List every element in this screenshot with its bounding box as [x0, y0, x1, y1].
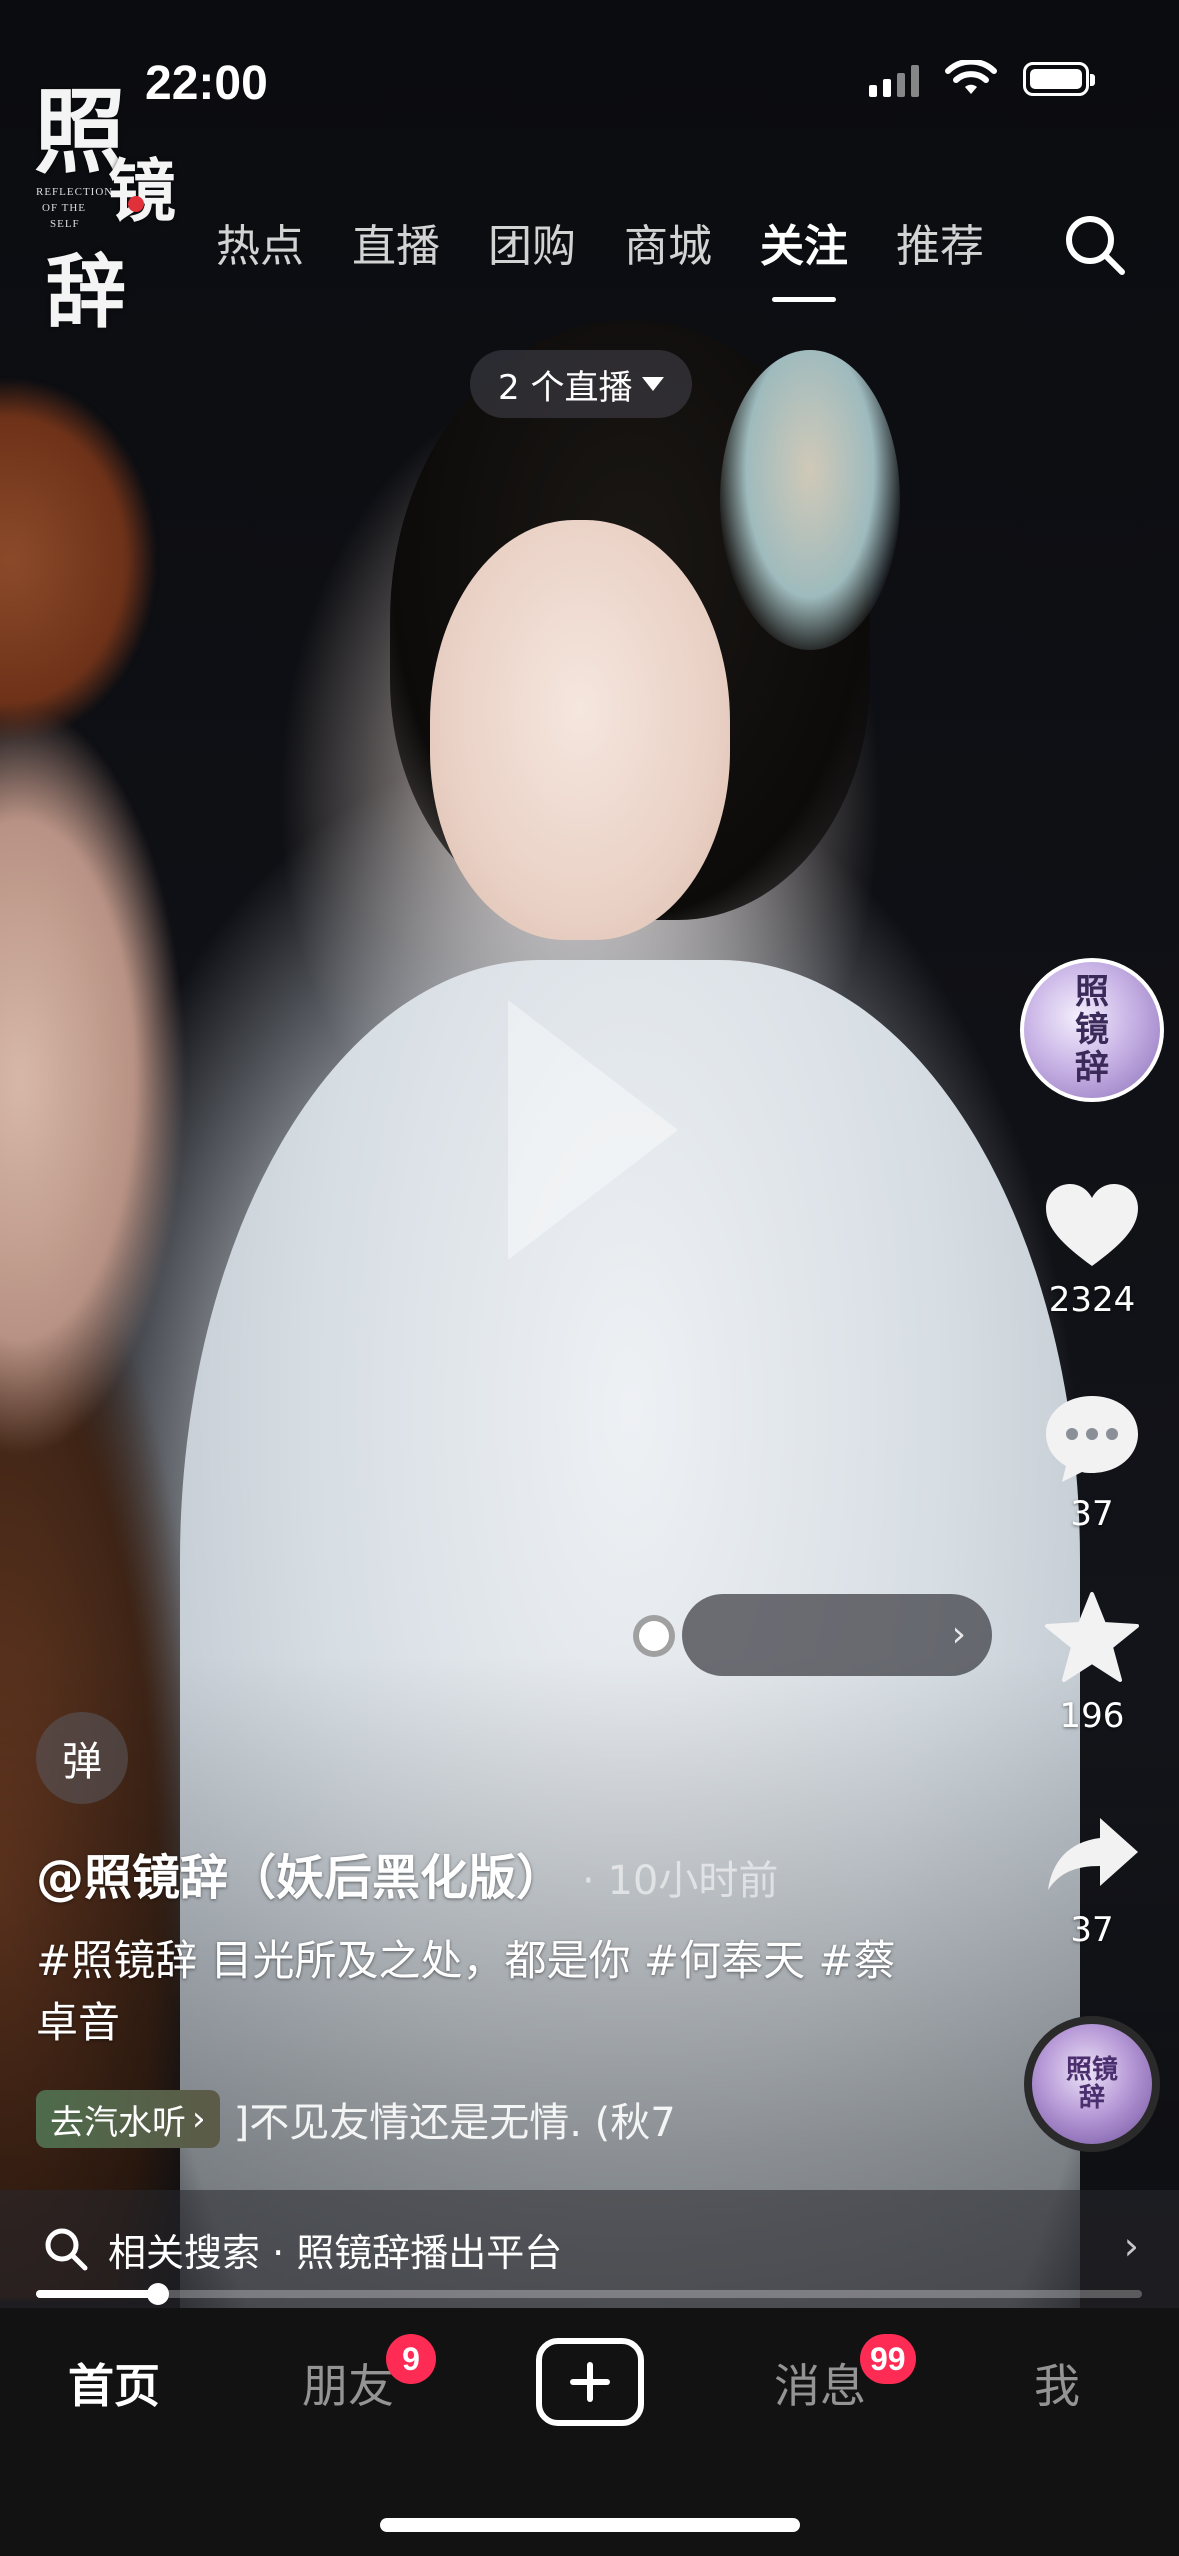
tab-friends[interactable]: 朋友	[302, 2350, 394, 2416]
post-description[interactable]: #照镜辞 目光所及之处，都是你 #何奉天 #蔡卓音	[36, 1930, 916, 2054]
show-logo-watermark: 照 镜 辞 REFLECTION OF THE SELF	[34, 58, 184, 339]
music-title-marquee[interactable]: ]不见友情还是无情. (秋7	[234, 2090, 676, 2148]
top-nav-tabs: 热点 直播 团购 商城 关注 推荐	[150, 210, 984, 302]
like-button[interactable]: 2324	[1030, 1180, 1154, 1320]
chapter-preview-pill[interactable]: ›	[682, 1594, 992, 1676]
create-post-button[interactable]	[536, 2338, 644, 2426]
favorite-button[interactable]: 196	[1030, 1590, 1154, 1736]
live-count-label: 2 个直播	[498, 367, 633, 408]
logo-char-3: 辞	[46, 245, 126, 339]
tab-recommend[interactable]: 推荐	[896, 210, 984, 274]
live-count-pill[interactable]: 2 个直播	[470, 350, 693, 418]
logo-subtitle-1: REFLECTION	[36, 186, 114, 198]
listen-on-qishui-button[interactable]: 去汽水听 ›	[36, 2090, 220, 2148]
tab-home[interactable]: 首页	[68, 2350, 160, 2416]
related-search-label: 相关搜索 · 照镜辞播出平台	[108, 2230, 563, 2275]
wifi-icon	[945, 60, 997, 94]
video-progress-knob[interactable]	[146, 2283, 169, 2305]
tab-hot[interactable]: 热点	[216, 210, 304, 274]
messages-badge: 99	[860, 2334, 916, 2384]
heart-icon	[1046, 1184, 1138, 1266]
favorite-count: 196	[1059, 1696, 1125, 1736]
music-disc[interactable]: 照镜辞	[1024, 2016, 1160, 2152]
tab-live[interactable]: 直播	[352, 210, 440, 274]
play-icon[interactable]	[508, 1000, 678, 1260]
caret-down-icon	[642, 377, 665, 391]
tab-mall[interactable]: 商城	[624, 210, 712, 274]
chevron-right-icon: ›	[951, 1614, 966, 1655]
logo-subtitle-3: SELF	[50, 218, 80, 230]
post-time: · 10小时前	[582, 1858, 779, 1904]
battery-icon	[1023, 62, 1095, 96]
danmu-label: 弹	[62, 1739, 102, 1785]
tab-messages[interactable]: 消息	[774, 2350, 866, 2416]
status-icons	[869, 60, 1095, 98]
logo-subtitle-2: OF THE	[42, 202, 86, 214]
home-indicator	[380, 2518, 800, 2532]
author-avatar[interactable]: 照镜辞	[1020, 958, 1164, 1102]
music-disc-text: 照镜辞	[1066, 2055, 1119, 2113]
author-line: @照镜辞（妖后黑化版） · 10小时前	[36, 1838, 778, 1908]
tab-group-buy[interactable]: 团购	[488, 210, 576, 274]
video-progress-bar[interactable]	[36, 2283, 1142, 2305]
share-button[interactable]: 37	[1030, 1810, 1154, 1950]
avatar-text: 照镜辞	[1075, 972, 1109, 1088]
video-hair-ornament	[720, 350, 900, 650]
star-icon	[1045, 1592, 1139, 1682]
author-name[interactable]: @照镜辞（妖后黑化版）	[36, 1838, 564, 1908]
video-feed-screen[interactable]: 22:00 照 镜 辞 REFLECTION OF THE SELF 热点 直播…	[0, 0, 1179, 2556]
chevron-right-icon: ›	[1123, 2224, 1139, 2268]
like-count: 2324	[1048, 1280, 1136, 1320]
cellular-signal-icon	[869, 61, 919, 97]
video-progress-fill	[36, 2290, 158, 2298]
comment-count: 37	[1070, 1494, 1114, 1534]
danmu-toggle-button[interactable]: 弹	[36, 1712, 128, 1804]
comment-icon	[1046, 1396, 1138, 1482]
listen-on-qishui-label: 去汽水听	[50, 2102, 186, 2143]
chevron-right-icon: ›	[192, 2099, 206, 2139]
search-icon	[1066, 216, 1125, 275]
search-button[interactable]	[1060, 210, 1130, 280]
share-count: 37	[1070, 1910, 1114, 1950]
share-arrow-icon	[1048, 1818, 1138, 1890]
music-row: 去汽水听 › ]不见友情还是无情. (秋7	[36, 2090, 676, 2148]
tab-me[interactable]: 我	[1034, 2350, 1080, 2416]
search-icon	[45, 2228, 88, 2271]
video-main-figure-face	[430, 520, 730, 940]
comment-button[interactable]: 37	[1030, 1390, 1154, 1534]
seek-handle[interactable]	[633, 1615, 675, 1657]
logo-seal-dot	[128, 196, 144, 212]
friends-badge: 9	[386, 2334, 436, 2384]
tab-following[interactable]: 关注	[760, 210, 848, 302]
